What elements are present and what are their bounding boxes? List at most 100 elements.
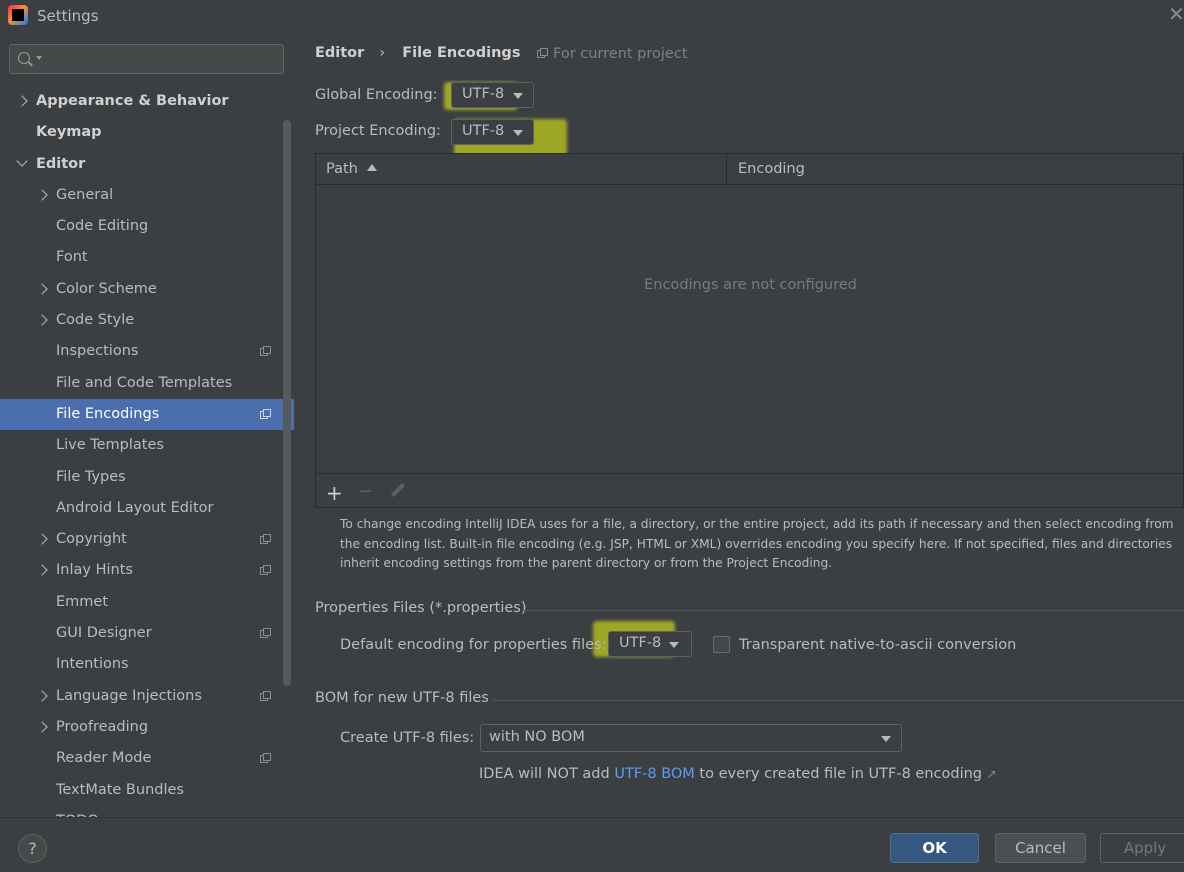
- transparent-conversion-checkbox[interactable]: [713, 636, 730, 653]
- apply-button[interactable]: Apply: [1100, 833, 1184, 863]
- sidebar-item-inspections[interactable]: Inspections: [0, 336, 294, 367]
- settings-tree: Appearance & Behavior Keymap Editor General…: [0, 86, 294, 817]
- sidebar-item-editor[interactable]: Editor: [0, 149, 294, 180]
- title-bar: Settings ✕: [0, 0, 1184, 34]
- sidebar-item-inlay-hints[interactable]: Inlay Hints: [0, 555, 294, 586]
- breadcrumb-current: File Encodings: [402, 45, 521, 61]
- scope-note-text: For current project: [553, 46, 688, 62]
- ok-button[interactable]: OK: [890, 833, 979, 863]
- sidebar-item-label: File Encodings: [56, 405, 160, 422]
- table-header: Path Encoding: [316, 154, 1184, 185]
- create-utf8-select[interactable]: with NO BOM: [480, 724, 902, 752]
- bom-note-suffix: to every created file in UTF-8 encoding: [694, 766, 982, 782]
- sidebar-item-label: Language Injections: [56, 687, 202, 704]
- chevron-right-icon[interactable]: [36, 721, 48, 733]
- sidebar-item-textmate-bundles[interactable]: TextMate Bundles: [0, 775, 294, 806]
- help-button[interactable]: ?: [18, 834, 47, 863]
- sidebar-item-label: Appearance & Behavior: [36, 93, 229, 109]
- sidebar-item-emmet[interactable]: Emmet: [0, 587, 294, 618]
- sidebar-item-label: Code Editing: [56, 218, 149, 235]
- bom-note-prefix: IDEA will NOT add: [479, 766, 615, 782]
- sidebar-item-label: Keymap: [36, 124, 102, 141]
- sidebar-item-todo[interactable]: TODO: [0, 806, 294, 817]
- chevron-right-icon[interactable]: [36, 689, 48, 702]
- global-encoding-select[interactable]: UTF-8: [451, 82, 534, 108]
- chevron-right-icon[interactable]: [36, 283, 48, 295]
- project-encoding-value: UTF-8: [462, 123, 505, 139]
- settings-sidebar: Appearance & Behavior Keymap Editor General…: [0, 34, 294, 817]
- sidebar-scrollbar[interactable]: [283, 120, 291, 686]
- project-scope-icon: [260, 690, 271, 701]
- sidebar-item-file-and-code-templates[interactable]: File and Code Templates: [0, 368, 294, 399]
- sidebar-item-label: GUI Designer: [56, 625, 152, 642]
- chevron-down-icon: [513, 93, 523, 99]
- column-header-encoding[interactable]: Encoding: [738, 161, 805, 177]
- help-text: To change encoding IntelliJ IDEA uses fo…: [340, 517, 1174, 570]
- scope-note: For current project: [537, 46, 688, 62]
- properties-encoding-label: Default encoding for properties files:: [340, 637, 607, 653]
- sidebar-item-color-scheme[interactable]: Color Scheme: [0, 274, 294, 305]
- chevron-down-icon: [669, 642, 679, 648]
- chevron-right-icon[interactable]: [36, 564, 48, 577]
- remove-icon[interactable]: −: [358, 481, 373, 502]
- project-scope-icon: [260, 753, 271, 764]
- sidebar-item-android-layout-editor[interactable]: Android Layout Editor: [0, 493, 294, 524]
- properties-group-title: Properties Files (*.properties): [315, 600, 527, 616]
- project-encoding-select[interactable]: UTF-8: [451, 119, 534, 145]
- sidebar-item-code-style[interactable]: Code Style: [0, 305, 294, 336]
- chevron-down-icon: [881, 736, 891, 742]
- sidebar-item-label: Emmet: [56, 593, 109, 610]
- transparent-conversion-label[interactable]: Transparent native-to-ascii conversion: [739, 637, 1016, 653]
- settings-content: Editor › File Encodings For current proj…: [294, 34, 1184, 817]
- column-divider[interactable]: [726, 154, 727, 185]
- global-encoding-value: UTF-8: [462, 86, 505, 102]
- sidebar-item-copyright[interactable]: Copyright: [0, 524, 294, 555]
- sidebar-item-proofreading[interactable]: Proofreading: [0, 712, 294, 743]
- sidebar-item-language-injections[interactable]: Language Injections: [0, 681, 294, 712]
- search-input[interactable]: [9, 44, 284, 74]
- sidebar-item-reader-mode[interactable]: Reader Mode: [0, 743, 294, 774]
- breadcrumb: Editor › File Encodings: [315, 45, 520, 61]
- project-scope-icon: [260, 408, 271, 419]
- chevron-right-icon[interactable]: [16, 95, 28, 107]
- chevron-down-icon[interactable]: [16, 154, 28, 167]
- project-encoding-label: Project Encoding:: [315, 123, 441, 139]
- sidebar-item-appearance-behavior[interactable]: Appearance & Behavior: [0, 86, 294, 117]
- table-empty-text: Encodings are not configured: [644, 277, 857, 293]
- sidebar-item-font[interactable]: Font: [0, 242, 294, 273]
- properties-encoding-value: UTF-8: [619, 635, 662, 651]
- cancel-button[interactable]: Cancel: [995, 833, 1086, 863]
- search-icon: [18, 52, 30, 64]
- chevron-right-icon[interactable]: [36, 533, 48, 545]
- sidebar-item-label: Font: [56, 249, 88, 266]
- sidebar-item-label: File and Code Templates: [56, 374, 233, 391]
- sidebar-item-intentions[interactable]: Intentions: [0, 649, 294, 680]
- sidebar-item-label: Inspections: [56, 343, 139, 360]
- utf8-bom-link[interactable]: UTF-8 BOM: [614, 766, 695, 782]
- properties-encoding-select[interactable]: UTF-8: [608, 631, 692, 657]
- edit-icon[interactable]: [390, 482, 406, 498]
- window-title: Settings: [37, 7, 99, 25]
- sidebar-item-general[interactable]: General: [0, 180, 294, 211]
- path-encodings-table[interactable]: Path Encoding Encodings are not configur…: [315, 153, 1184, 508]
- intellij-logo-icon: [8, 5, 28, 25]
- add-icon[interactable]: +: [326, 481, 343, 505]
- breadcrumb-parent[interactable]: Editor: [315, 45, 364, 61]
- project-scope-icon: [260, 628, 271, 639]
- column-header-path[interactable]: Path: [326, 161, 377, 177]
- column-header-path-label: Path: [326, 161, 358, 177]
- sidebar-item-label: Live Templates: [56, 437, 164, 454]
- sidebar-item-file-encodings[interactable]: File Encodings: [0, 398, 294, 431]
- sidebar-item-code-editing[interactable]: Code Editing: [0, 211, 294, 242]
- sidebar-item-label: Inlay Hints: [56, 562, 133, 579]
- sidebar-item-file-types[interactable]: File Types: [0, 462, 294, 493]
- sidebar-item-label: TODO: [56, 806, 99, 817]
- chevron-right-icon[interactable]: [36, 189, 48, 201]
- sidebar-item-label: Android Layout Editor: [56, 499, 214, 516]
- close-icon[interactable]: ✕: [1168, 4, 1184, 24]
- sidebar-item-gui-designer[interactable]: GUI Designer: [0, 618, 294, 649]
- sidebar-item-keymap[interactable]: Keymap: [0, 117, 294, 148]
- search-history-dropdown-icon[interactable]: [36, 56, 42, 60]
- sidebar-item-live-templates[interactable]: Live Templates: [0, 430, 294, 461]
- chevron-right-icon[interactable]: [36, 314, 48, 326]
